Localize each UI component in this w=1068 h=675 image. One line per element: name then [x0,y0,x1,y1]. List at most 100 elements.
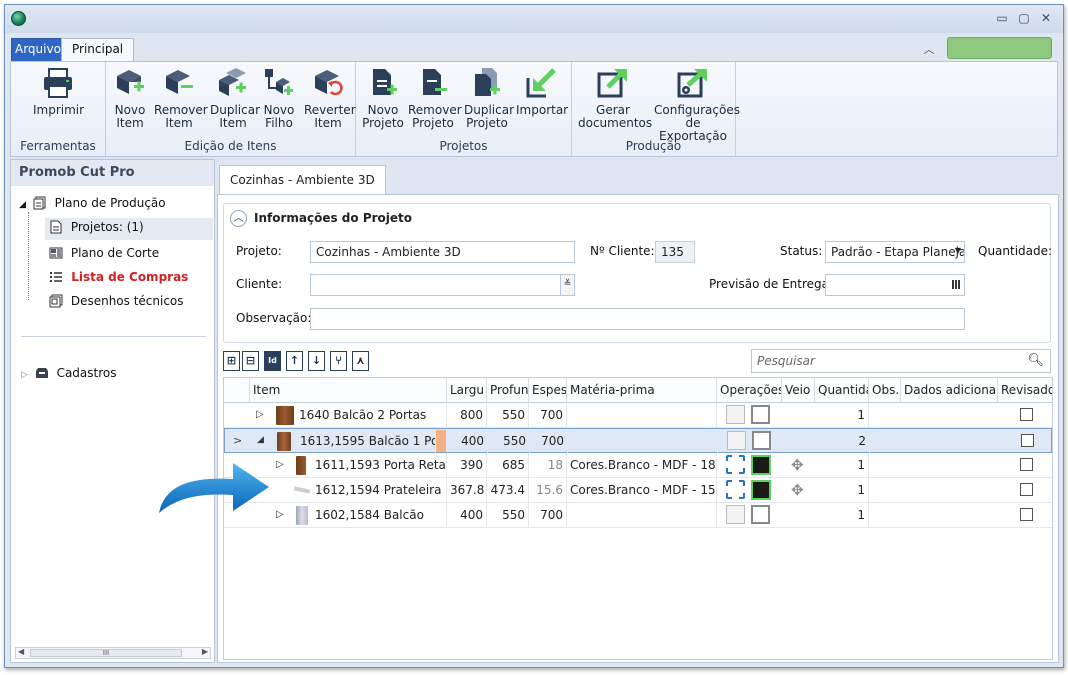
column-revisado[interactable]: Revisado [998,378,1052,403]
collapse-row-icon[interactable]: ◢ [257,435,264,445]
group-label-edicao: Edição de Itens [184,139,277,153]
table-row-selected[interactable]: > ◢ 1613,1595 Balcão 1 Porta 400 550 700… [224,428,1052,453]
operation-edge-icon[interactable] [727,431,746,450]
duplicar-item-label-1: Duplicar [210,103,261,117]
operation-edge-active-icon[interactable] [726,455,745,474]
tree-node-plano-producao[interactable]: ◢ Plano de Produção [19,196,166,210]
table-row[interactable]: 1612,1594 Prateleira Lin 367.8 473.4 15.… [224,478,1052,503]
move-up-icon[interactable]: ↑ [286,351,303,371]
divider [21,336,206,337]
revisado-checkbox[interactable] [1020,483,1033,496]
cell-largura: 800 [447,403,487,427]
table-row[interactable]: ▷ 1602,1584 Balcão 400 550 700 1 [224,503,1052,528]
table-row[interactable]: ▷ 1640 Balcão 2 Portas 800 550 700 1 [224,403,1052,428]
operation-machining-active-icon[interactable] [751,455,771,475]
cell-materia: Cores.Branco - MDF - 15.6 [567,478,717,502]
expand-triangle-icon[interactable]: ▷ [21,370,28,380]
duplicar-projeto-button[interactable]: Duplicar Projeto [464,66,514,130]
remover-projeto-button[interactable]: Remover Projeto [408,66,462,130]
import-icon [526,68,556,98]
column-dados[interactable]: Dados adicionais [901,378,998,403]
calendar-icon[interactable] [952,280,961,289]
operation-edge-icon[interactable] [726,405,745,424]
cell-largura: 390 [447,453,487,477]
search-input[interactable]: Pesquisar 🔍︎ [751,349,1051,373]
cliente-field[interactable]: ≚ [310,274,575,296]
group-edicao-itens: Novo Item Remover Item Duplicar Item Nov… [106,62,356,156]
scroll-left-icon[interactable]: ◀ [18,647,24,656]
collapse-triangle-icon[interactable]: ◢ [19,200,26,210]
operation-machining-icon[interactable] [751,405,770,424]
operation-machining-active-icon[interactable] [751,480,771,500]
column-obs[interactable]: Obs. [869,378,901,403]
revisado-checkbox[interactable] [1020,408,1033,421]
remover-item-button[interactable]: Remover Item [154,66,208,130]
chevron-down-icon[interactable]: ≚ [560,275,574,295]
column-operacoes[interactable]: Operações [717,378,782,403]
search-placeholder: Pesquisar [757,354,815,368]
duplicar-item-button[interactable]: Duplicar Item [210,66,260,130]
status-select[interactable]: Padrão - Etapa Planejame ▼ [825,241,965,263]
revisado-checkbox[interactable] [1020,458,1033,471]
gerar-documentos-button[interactable]: Gerar documentos [578,66,652,130]
importar-button[interactable]: Importar [516,66,568,117]
document-content: ︿ Informações do Projeto Projeto: Cozinh… [217,194,1059,663]
novo-item-button[interactable]: Novo Item [110,66,150,130]
collapse-ribbon-icon[interactable]: ︿ [921,41,937,56]
configuracoes-exportacao-button[interactable]: Configurações de Exportação [654,66,740,143]
tree-node-desenhos[interactable]: Desenhos técnicos [49,294,184,308]
reverter-item-button[interactable]: Reverter Item [304,66,356,130]
collapse-all-icon[interactable]: ⊟ [242,351,259,371]
close-button[interactable]: ✕ [1039,11,1053,25]
document-tab[interactable]: Cozinhas - Ambiente 3D [219,165,386,195]
column-veio[interactable]: Veio [782,378,815,403]
column-quantidade[interactable]: Quantida [815,378,869,403]
expand-all-icon[interactable]: ⊞ [223,351,240,371]
merge-icon[interactable]: ⑂ [330,351,347,371]
column-largura[interactable]: Largu [447,378,487,403]
split-icon[interactable]: ⋏ [352,351,369,371]
horizontal-scrollbar[interactable]: ◀ III ▶ [15,647,211,659]
tree-node-plano-corte[interactable]: Plano de Corte [49,246,159,260]
nro-cliente-field[interactable]: 135 [655,241,695,263]
novo-projeto-button[interactable]: Novo Projeto [362,66,404,130]
projeto-field[interactable]: Cozinhas - Ambiente 3D [310,241,575,263]
scroll-thumb[interactable]: III [30,649,182,657]
expand-row-icon[interactable]: ▷ [276,509,284,520]
tab-arquivo[interactable]: Arquivo [11,38,65,61]
revisado-checkbox[interactable] [1021,434,1034,447]
novo-filho-button[interactable]: Novo Filho [259,66,299,130]
operation-edge-active-icon[interactable] [726,480,745,499]
chevron-up-icon[interactable]: ︿ [230,210,247,227]
tree-node-cadastros[interactable]: ▷ Cadastros [21,366,117,380]
scroll-right-icon[interactable]: ▶ [202,647,208,656]
cube-remove-icon [166,70,193,94]
column-materia[interactable]: Matéria-prima [567,378,717,403]
observacao-field[interactable] [310,308,965,330]
operation-machining-icon[interactable] [752,431,771,450]
grain-direction-icon[interactable]: ✥ [791,481,804,499]
cell-quantidade: 1 [815,453,869,477]
cutting-plan-icon [49,247,63,259]
previsao-field[interactable] [825,274,965,296]
imprimir-button[interactable]: Imprimir [33,66,84,117]
expand-row-icon[interactable]: ▷ [256,409,264,420]
id-toggle-icon[interactable]: Id [264,351,281,371]
revisado-checkbox[interactable] [1020,508,1033,521]
operation-machining-icon[interactable] [751,505,770,524]
tab-principal[interactable]: Principal [61,38,135,61]
operation-edge-icon[interactable] [726,505,745,524]
expand-row-icon[interactable]: ▷ [276,459,284,470]
grain-direction-icon[interactable]: ✥ [791,456,804,474]
dropdown-arrow-icon[interactable]: ▼ [955,246,961,255]
column-espessura[interactable]: Espes [529,378,567,403]
restore-button[interactable]: ▢ [1017,11,1031,25]
move-down-icon[interactable]: ↓ [308,351,325,371]
tree-node-lista-compras[interactable]: Lista de Compras [49,270,188,284]
minimize-button[interactable]: ▭ [995,11,1009,25]
tree-node-projetos[interactable]: Projetos: (1) [45,218,213,240]
column-item[interactable]: Item [250,378,447,403]
table-row[interactable]: ▷ 1611,1593 Porta Reta (D 390 685 18 Cor… [224,453,1052,478]
search-icon[interactable]: 🔍︎ [1027,353,1044,368]
column-profundidade[interactable]: Profun [487,378,529,403]
